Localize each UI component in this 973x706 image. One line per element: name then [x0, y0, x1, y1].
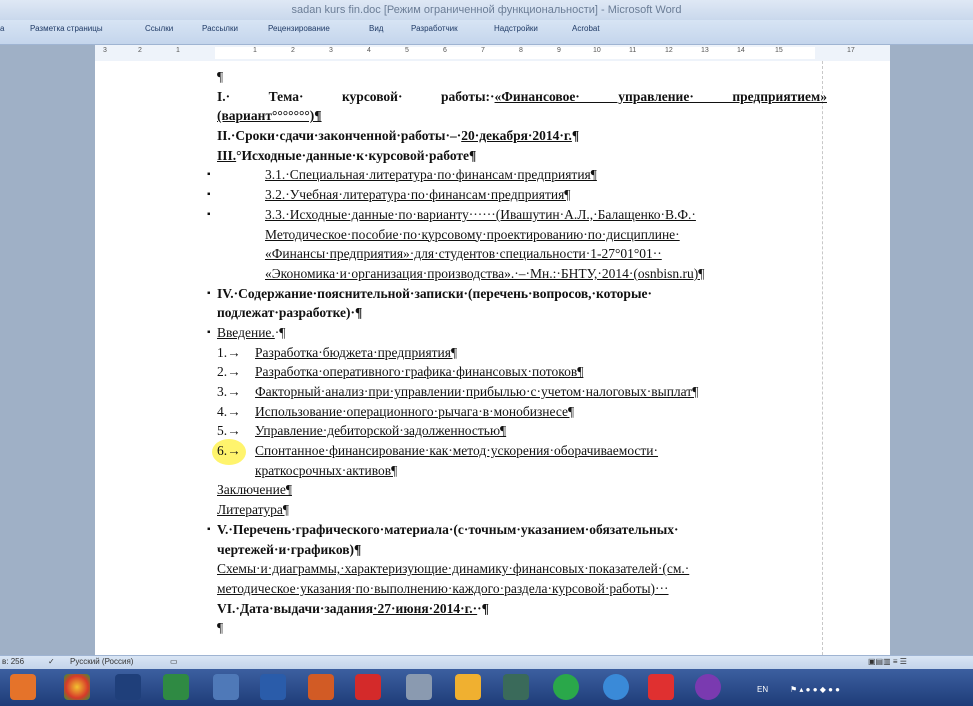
section-1-variant: (вариант°°°°°°°)¶	[217, 108, 322, 124]
excel-icon[interactable]	[163, 674, 189, 700]
section-1-heading: I.· Тема· курсовой· работы:·«Финансовое·…	[217, 88, 827, 104]
spellcheck-icon[interactable]: ✓	[48, 657, 55, 666]
doc-line: ¶	[217, 69, 224, 84]
status-bar: в: 256 ✓ Русский (Россия) ▭ ▣▤▥ ≡ ☰	[0, 655, 973, 670]
horizontal-ruler[interactable]: 3 2 1 1 2 3 4 5 6 7 8 9 10 11 12 13 14 1…	[95, 45, 890, 62]
yandex-icon[interactable]	[648, 674, 674, 700]
tray-icons[interactable]: ⚑ ▴ ● ● ◆ ● ●	[790, 685, 840, 694]
language-indicator[interactable]: Русский (Россия)	[70, 657, 133, 666]
ribbon-tab-view[interactable]: Вид	[369, 24, 383, 33]
media-player-icon[interactable]	[10, 674, 36, 700]
icq-icon[interactable]	[553, 674, 579, 700]
conclusion-line: Заключение¶	[217, 482, 292, 498]
bullet-icon: ▪	[207, 208, 211, 220]
word-icon[interactable]	[260, 674, 286, 700]
section-5-heading: ▪ V.·Перечень·графического·материала·(с·т…	[207, 520, 827, 540]
section-4-heading: ▪ IV.·Содержание·пояснительной·записки·(п…	[207, 284, 827, 304]
view-layout-icon[interactable]: ▣▤▥ ≡ ☰	[868, 657, 907, 666]
section-2-heading: II.·Сроки·сдачи·законченной·работы·–·20·…	[217, 128, 580, 144]
viber-icon[interactable]	[695, 674, 721, 700]
ribbon-tab-bar: a Разметка страницы Ссылки Рассылки Реце…	[0, 20, 973, 45]
section-6-heading: VI.·Дата·выдачи·задания·27·июня·2014·г.·…	[217, 600, 489, 616]
ribbon-tab-acrobat[interactable]: Acrobat	[572, 24, 600, 33]
ribbon-tab-page-layout[interactable]: Разметка страницы	[30, 24, 103, 33]
screen-icon[interactable]	[503, 674, 529, 700]
list-item-cont: «Экономика·и·организация·производства».·…	[265, 265, 705, 281]
word-count[interactable]: в: 256	[2, 657, 24, 666]
macro-icon[interactable]: ▭	[170, 657, 178, 666]
intro-line: ▪ Введение.·¶	[207, 323, 827, 343]
doc-line: ¶	[217, 620, 224, 636]
keyboard-language[interactable]: EN	[757, 685, 768, 694]
numbered-item: 3.→ Факторный·анализ·при·управлении·прибы…	[217, 384, 699, 399]
ribbon-tab-insert[interactable]: a	[0, 24, 4, 33]
ribbon-tab-addins[interactable]: Надстройки	[494, 24, 538, 33]
bullet-icon: ▪	[207, 169, 211, 181]
folder-icon[interactable]	[455, 674, 481, 700]
schemes-line: Схемы·и·диаграммы,·характеризующие·динам…	[217, 561, 690, 577]
ribbon-tab-mailings[interactable]: Рассылки	[202, 24, 238, 33]
outlook-icon[interactable]	[213, 674, 239, 700]
window-title: sadan kurs fin.doc [Режим ограниченной ф…	[291, 4, 682, 16]
numbered-item: 6.→ Спонтанное·финансирование·как·метод·у…	[212, 439, 827, 466]
list-item: ▪ 3.3.·Исходные·данные·по·варианту······(…	[207, 205, 827, 225]
app-icon[interactable]	[406, 674, 432, 700]
section-3-heading: III.°Исходные·данные·к·курсовой·работе¶	[217, 147, 477, 163]
browser-icon[interactable]	[603, 674, 629, 700]
section-4-heading-cont: подлежат·разработке)·¶	[217, 305, 363, 321]
section-5-heading-cont: чертежей·и·графиков)¶	[217, 541, 362, 557]
numbered-item-cont: краткосрочных·активов¶	[255, 462, 398, 478]
bullet-icon: ▪	[207, 189, 211, 201]
left-workspace	[0, 45, 95, 655]
right-workspace	[890, 45, 973, 655]
photoshop-icon[interactable]	[115, 674, 141, 700]
numbered-item: 1.→ Разработка·бюджета·предприятия¶	[217, 344, 458, 360]
list-item: ▪ 3.2.·Учебная·литература·по·финансам·пре…	[207, 185, 827, 205]
ribbon-tab-review[interactable]: Рецензирование	[268, 24, 330, 33]
bullet-icon: ▪	[207, 326, 211, 338]
powerpoint-icon[interactable]	[308, 674, 334, 700]
app-icon[interactable]	[355, 674, 381, 700]
chrome-icon[interactable]	[64, 674, 90, 700]
numbered-item: 2.→ Разработка·оперативного·графика·финан…	[217, 364, 584, 380]
bullet-icon: ▪	[207, 287, 211, 299]
window-title-bar: sadan kurs fin.doc [Режим ограниченной ф…	[0, 0, 973, 20]
ribbon-tab-developer[interactable]: Разработчик	[411, 24, 458, 33]
list-item-cont: «Финансы·предприятия»·для·студентов·спец…	[265, 246, 662, 262]
schemes-line-cont: методическое·указания·по·выполнению·кажд…	[217, 580, 669, 596]
numbered-item: 5.→ Управление·дебиторской·задолженностью…	[217, 423, 507, 439]
list-item: ▪ 3.1.·Специальная·литература·по·финансам…	[207, 165, 827, 185]
literature-line: Литература¶	[217, 502, 289, 518]
numbered-item: 4.→ Использование·операционного·рычага·в·…	[217, 403, 575, 419]
bullet-icon: ▪	[207, 523, 211, 535]
document-body[interactable]: ¶ I.· Тема· курсовой· работы:·«Финансово…	[207, 67, 827, 638]
list-item-cont: Методическое·пособие·по·курсовому·проект…	[265, 226, 680, 242]
ribbon-tab-references[interactable]: Ссылки	[145, 24, 173, 33]
